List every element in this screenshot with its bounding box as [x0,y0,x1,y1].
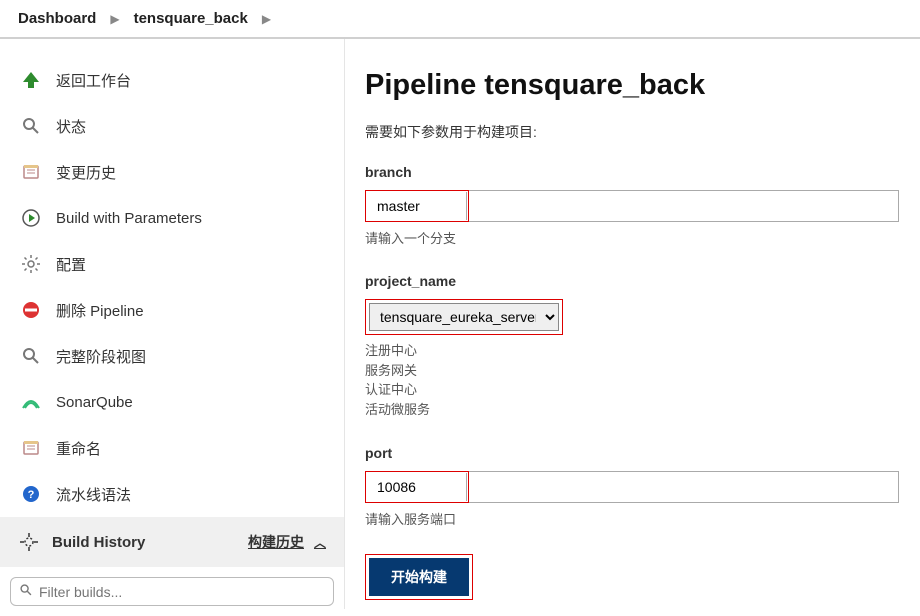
param-branch-label: branch [365,164,920,180]
project-name-select[interactable]: tensquare_eureka_server [369,303,559,331]
param-branch-help: 请输入一个分支 [365,228,920,247]
build-history-title: Build History [52,534,145,551]
sidebar-item-label: 变更历史 [56,162,116,183]
param-project-name-label: project_name [365,273,920,289]
param-branch: branch 请输入一个分支 [365,164,920,247]
build-button[interactable]: 开始构建 [369,558,469,596]
main-content: Pipeline tensquare_back 需要如下参数用于构建项目: br… [345,39,920,609]
chevron-up-icon: ︿ [314,534,326,551]
sidebar-item-build-params[interactable]: Build with Parameters [0,195,344,241]
branch-input[interactable] [367,192,467,220]
clock-play-icon [20,207,42,229]
sidebar-item-label: 流水线语法 [56,484,131,505]
breadcrumb: Dashboard ▶ tensquare_back ▶ [0,0,920,39]
sidebar-item-label: 删除 Pipeline [56,300,144,321]
project-name-options: 注册中心 服务网关 认证中心 活动微服务 [365,341,920,419]
gear-icon [20,253,42,275]
sidebar-item-status[interactable]: 状态 [0,103,344,149]
breadcrumb-project[interactable]: tensquare_back [134,10,248,27]
sidebar-item-label: 状态 [56,116,86,137]
param-port-help: 请输入服务端口 [365,509,920,528]
sidebar-item-delete[interactable]: 删除 Pipeline [0,287,344,333]
param-port: port 请输入服务端口 [365,445,920,528]
port-input[interactable] [367,473,467,501]
filter-builds-wrap [10,577,334,606]
chevron-right-icon: ▶ [254,12,279,26]
sidebar-item-full-stage[interactable]: 完整阶段视图 [0,333,344,379]
sidebar-item-back[interactable]: 返回工作台 [0,57,344,103]
help-icon: ? [20,483,42,505]
search-icon [20,115,42,137]
sidebar-item-pipeline-syntax[interactable]: ? 流水线语法 [0,471,344,517]
sidebar-item-rename[interactable]: 重命名 [0,425,344,471]
breadcrumb-dashboard[interactable]: Dashboard [18,10,96,27]
sidebar-item-label: 配置 [56,254,86,275]
search-icon [19,583,33,600]
notes-icon [20,161,42,183]
page-title: Pipeline tensquare_back [365,69,920,102]
search-icon [20,345,42,367]
sidebar-item-changes[interactable]: 变更历史 [0,149,344,195]
param-project-name: project_name tensquare_eureka_server 注册中… [365,273,920,419]
page-description: 需要如下参数用于构建项目: [365,122,920,142]
notes-icon [20,437,42,459]
sidebar-item-label: 完整阶段视图 [56,346,146,367]
build-history-header[interactable]: Build History 构建历史 ︿ [0,517,344,567]
filter-builds-input[interactable] [39,584,325,600]
no-entry-icon [20,299,42,321]
build-history-link[interactable]: 构建历史 [248,532,304,552]
sidebar-item-label: 返回工作台 [56,70,131,91]
sidebar-item-sonarqube[interactable]: SonarQube [0,379,344,425]
param-port-label: port [365,445,920,461]
up-arrow-icon [20,69,42,91]
trend-icon [18,531,40,553]
sidebar: 返回工作台 状态 变更历史 Build with Parameters [0,39,345,609]
sidebar-item-label: Build with Parameters [56,210,202,227]
wave-icon [20,391,42,413]
svg-text:?: ? [28,489,35,501]
chevron-right-icon: ▶ [102,12,127,26]
sidebar-item-configure[interactable]: 配置 [0,241,344,287]
sidebar-item-label: 重命名 [56,438,101,459]
sidebar-item-label: SonarQube [56,394,133,411]
